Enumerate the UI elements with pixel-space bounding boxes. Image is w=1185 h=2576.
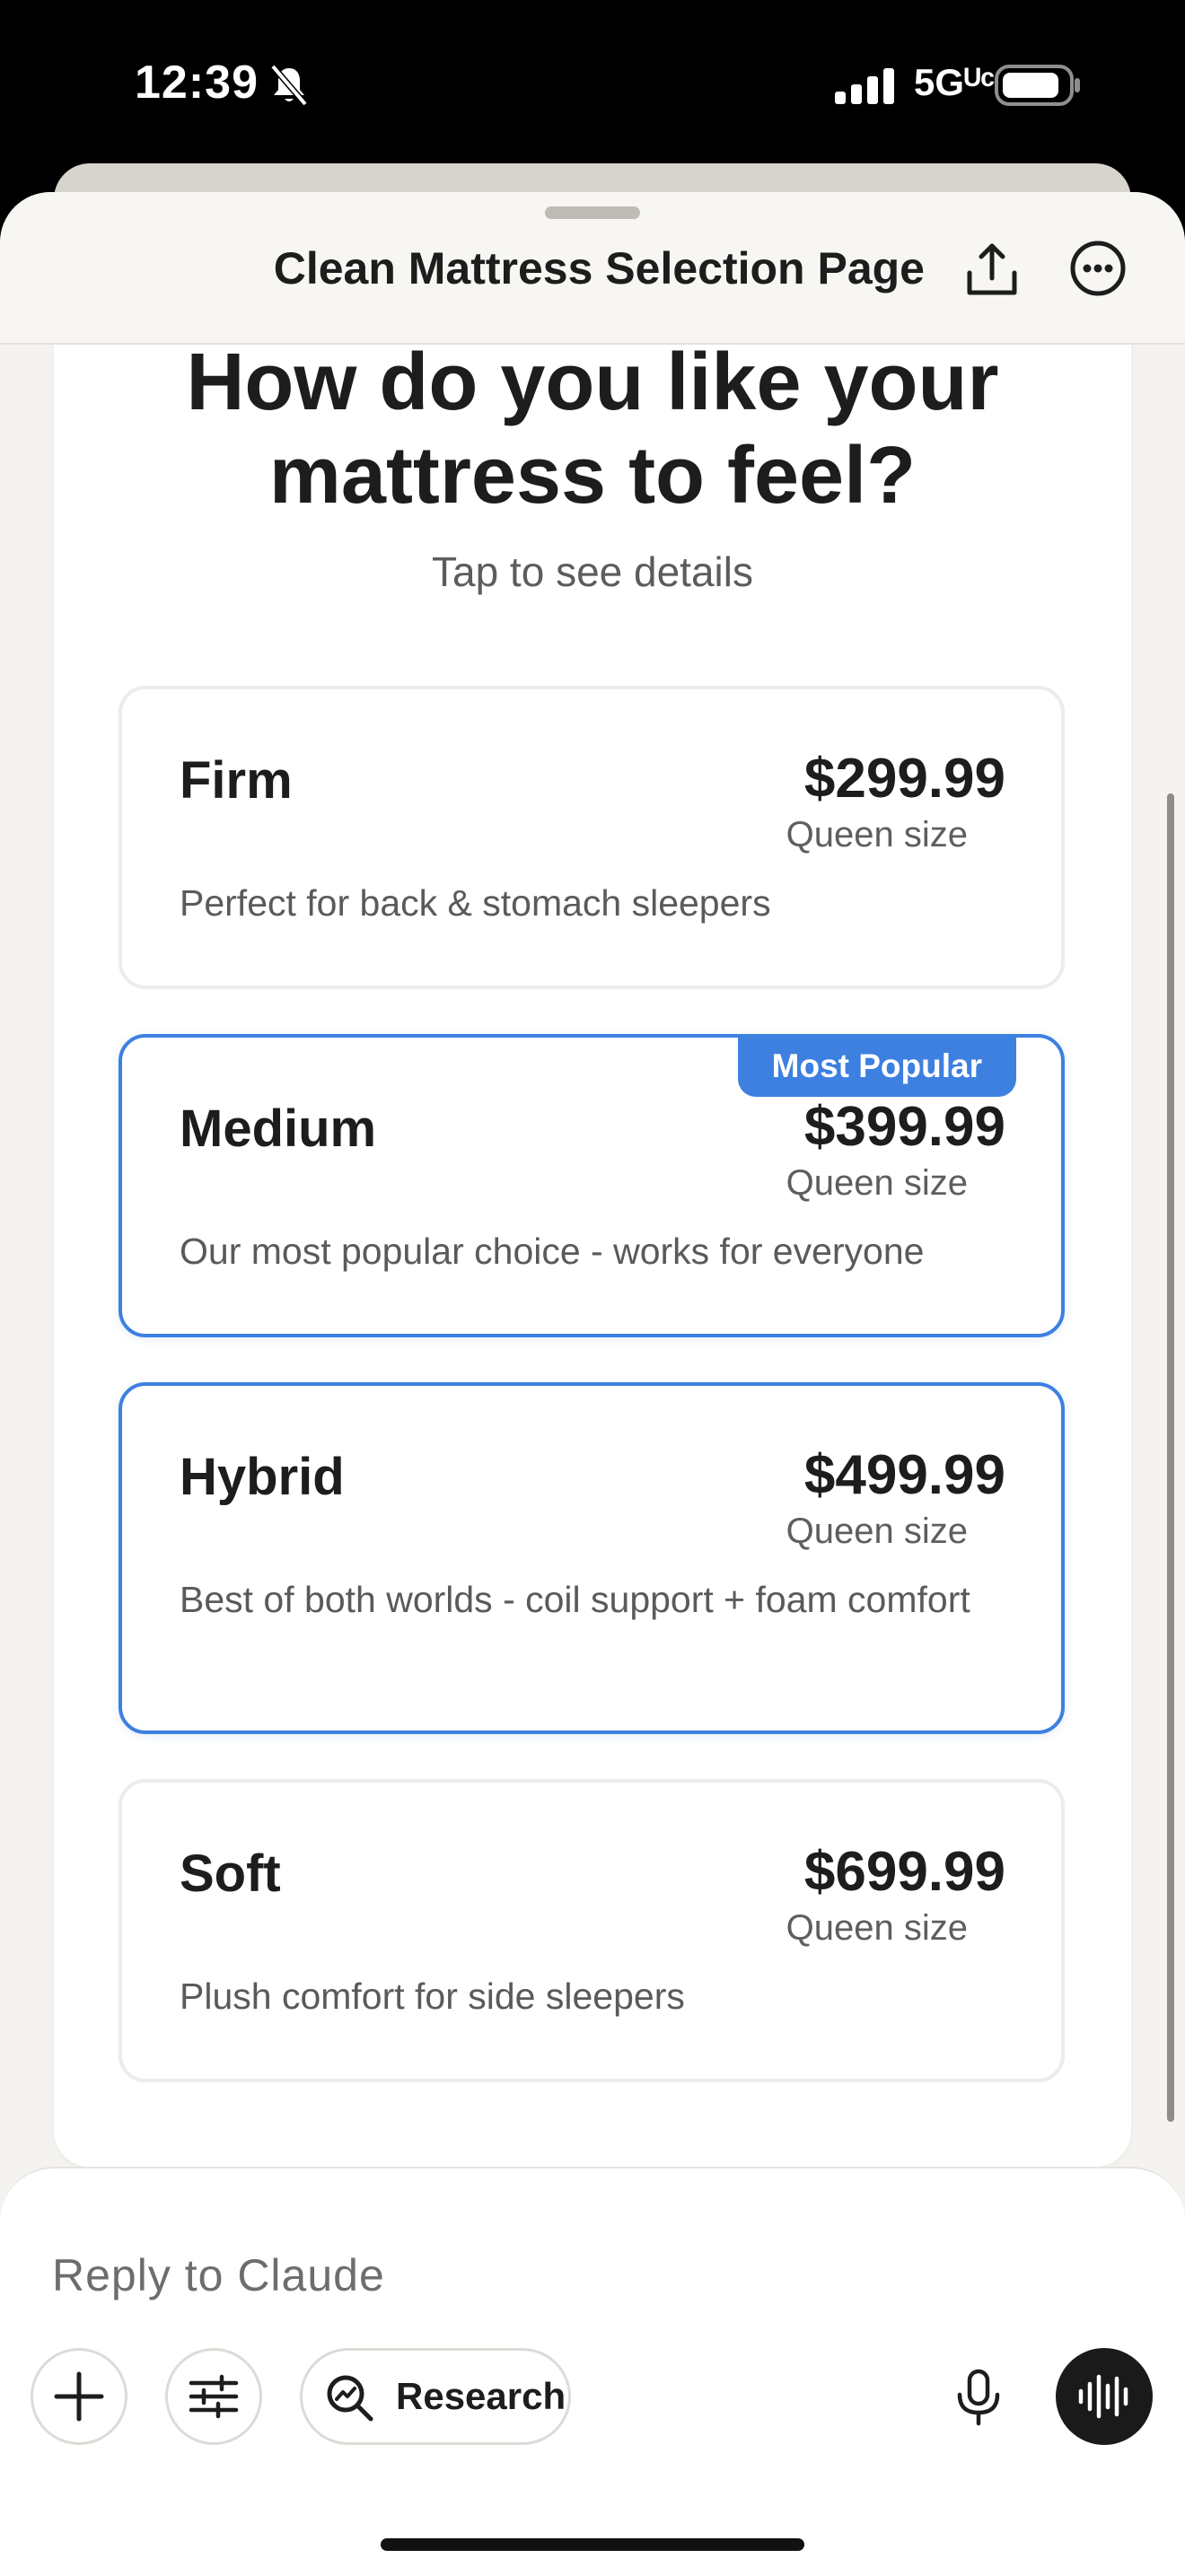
page-title: Clean Mattress Selection Page — [273, 243, 925, 294]
option-soft[interactable]: Soft $699.99 Queen size Plush comfort fo… — [118, 1779, 1065, 2082]
plus-icon — [54, 2371, 104, 2422]
reply-input[interactable]: Reply to Claude — [52, 2249, 385, 2301]
option-description: Perfect for back & stomach sleepers — [180, 882, 771, 924]
option-price: $299.99 — [803, 748, 1005, 810]
option-name: Soft — [180, 1844, 281, 1903]
status-time: 12:39 — [135, 57, 259, 109]
waveform-icon — [1078, 2374, 1128, 2419]
silent-bell-icon — [270, 64, 308, 107]
option-firm[interactable]: Firm $299.99 Queen size Perfect for back… — [118, 686, 1065, 989]
option-size: Queen size — [786, 1511, 968, 1551]
option-size: Queen size — [786, 815, 968, 854]
home-indicator — [381, 2538, 804, 2551]
more-options-icon[interactable] — [1066, 237, 1129, 300]
option-description: Best of both worlds - coil support + foa… — [180, 1579, 970, 1620]
add-attachment-button[interactable] — [31, 2348, 127, 2445]
tools-button[interactable] — [165, 2348, 262, 2445]
research-label: Research — [396, 2375, 566, 2417]
question-subtitle: Tap to see details — [431, 548, 753, 595]
sheet-header: Clean Mattress Selection Page — [0, 192, 1185, 345]
option-price: $699.99 — [803, 1841, 1005, 1903]
option-price: $399.99 — [803, 1096, 1005, 1158]
status-bar: 12:39 5Gᵁᶜ — [0, 0, 1185, 171]
share-icon[interactable] — [961, 239, 1023, 302]
battery-icon — [995, 65, 1080, 106]
research-search-icon — [327, 2375, 373, 2422]
voice-mode-button[interactable] — [1056, 2348, 1153, 2445]
option-size: Queen size — [786, 1908, 968, 1948]
research-button[interactable]: Research — [300, 2348, 571, 2445]
option-name: Firm — [180, 751, 293, 810]
microphone-icon[interactable] — [947, 2366, 1010, 2429]
option-name: Medium — [180, 1100, 377, 1158]
option-hybrid[interactable]: Hybrid $499.99 Queen size Best of both w… — [118, 1382, 1065, 1734]
option-medium[interactable]: Most Popular Medium $399.99 Queen size O… — [118, 1034, 1065, 1337]
most-popular-badge: Most Popular — [737, 1034, 1016, 1097]
option-price: $499.99 — [803, 1444, 1005, 1506]
cellular-signal-icon — [835, 68, 894, 104]
option-name: Hybrid — [180, 1448, 345, 1506]
reply-composer: Reply to Claude Research — [0, 2167, 1185, 2576]
network-type: 5Gᵁᶜ — [914, 61, 996, 103]
option-description: Plush comfort for side sleepers — [180, 1976, 685, 2017]
question-heading: How do you like your mattress to feel? — [186, 337, 999, 521]
drag-handle[interactable] — [545, 206, 640, 219]
option-size: Queen size — [786, 1163, 968, 1203]
option-description: Our most popular choice - works for ever… — [180, 1231, 925, 1272]
scrollbar[interactable] — [1167, 793, 1174, 2122]
sliders-icon — [189, 2374, 239, 2419]
